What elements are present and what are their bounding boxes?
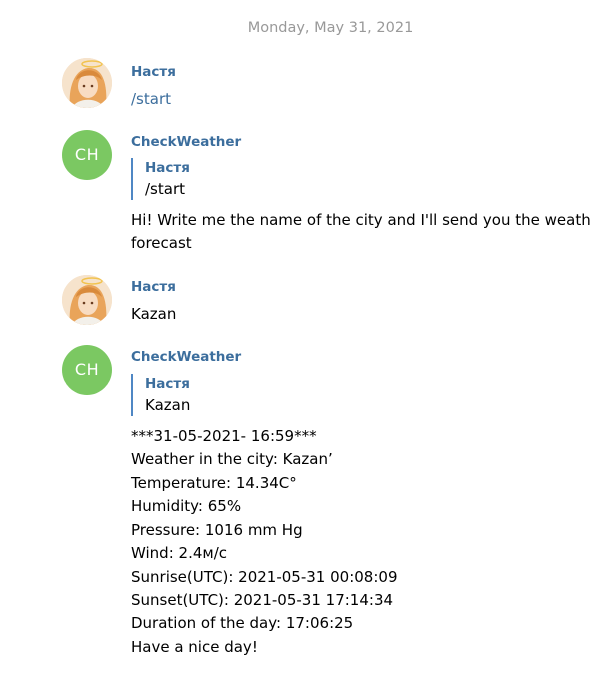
forecast-line: Pressure: 1016 mm Hg [131, 521, 303, 539]
message-text-line: Hi! Write me the name of the city and I'… [131, 211, 591, 229]
bot-command-link[interactable]: /start [131, 88, 171, 111]
forecast-line: Temperature: 14.34C° [131, 474, 297, 492]
forecast-line: Weather in the city: Kazan’ [131, 450, 333, 468]
date-separator: Monday, May 31, 2021 [247, 20, 414, 36]
reply-quote[interactable]: Настя Kazan [131, 374, 190, 416]
reply-quote[interactable]: Настя /start [131, 158, 190, 200]
bot-avatar-checkweather[interactable]: CH [62, 130, 112, 180]
forecast-line: Duration of the day: 17:06:25 [131, 614, 354, 632]
user-avatar-nastya[interactable] [62, 275, 112, 325]
message-sender[interactable]: CheckWeather [131, 348, 241, 366]
user-photo-icon [62, 275, 112, 325]
message-sender[interactable]: Настя [131, 63, 176, 81]
forecast-line: Humidity: 65% [131, 497, 242, 515]
user-photo-icon [62, 58, 112, 108]
reply-quote-sender: Настя [145, 376, 190, 392]
forecast-line: Have a nice day! [131, 638, 258, 656]
message-text: Kazan [131, 305, 177, 323]
forecast-line: Sunrise(UTC): 2021-05-31 00:08:09 [131, 568, 398, 586]
message-text-line: forecast [131, 234, 192, 252]
forecast-line: Wind: 2.4м/с [131, 544, 227, 562]
reply-quote-sender: Настя [145, 160, 190, 176]
bot-avatar-checkweather[interactable]: CH [62, 345, 112, 395]
forecast-line: Sunset(UTC): 2021-05-31 17:14:34 [131, 591, 394, 609]
message-sender[interactable]: CheckWeather [131, 133, 241, 151]
message-sender[interactable]: Настя [131, 278, 176, 296]
forecast-line: ***31-05-2021- 16:59*** [131, 427, 317, 445]
user-avatar-nastya[interactable] [62, 58, 112, 108]
reply-quote-text: /start [145, 180, 185, 198]
reply-quote-text: Kazan [145, 396, 191, 414]
